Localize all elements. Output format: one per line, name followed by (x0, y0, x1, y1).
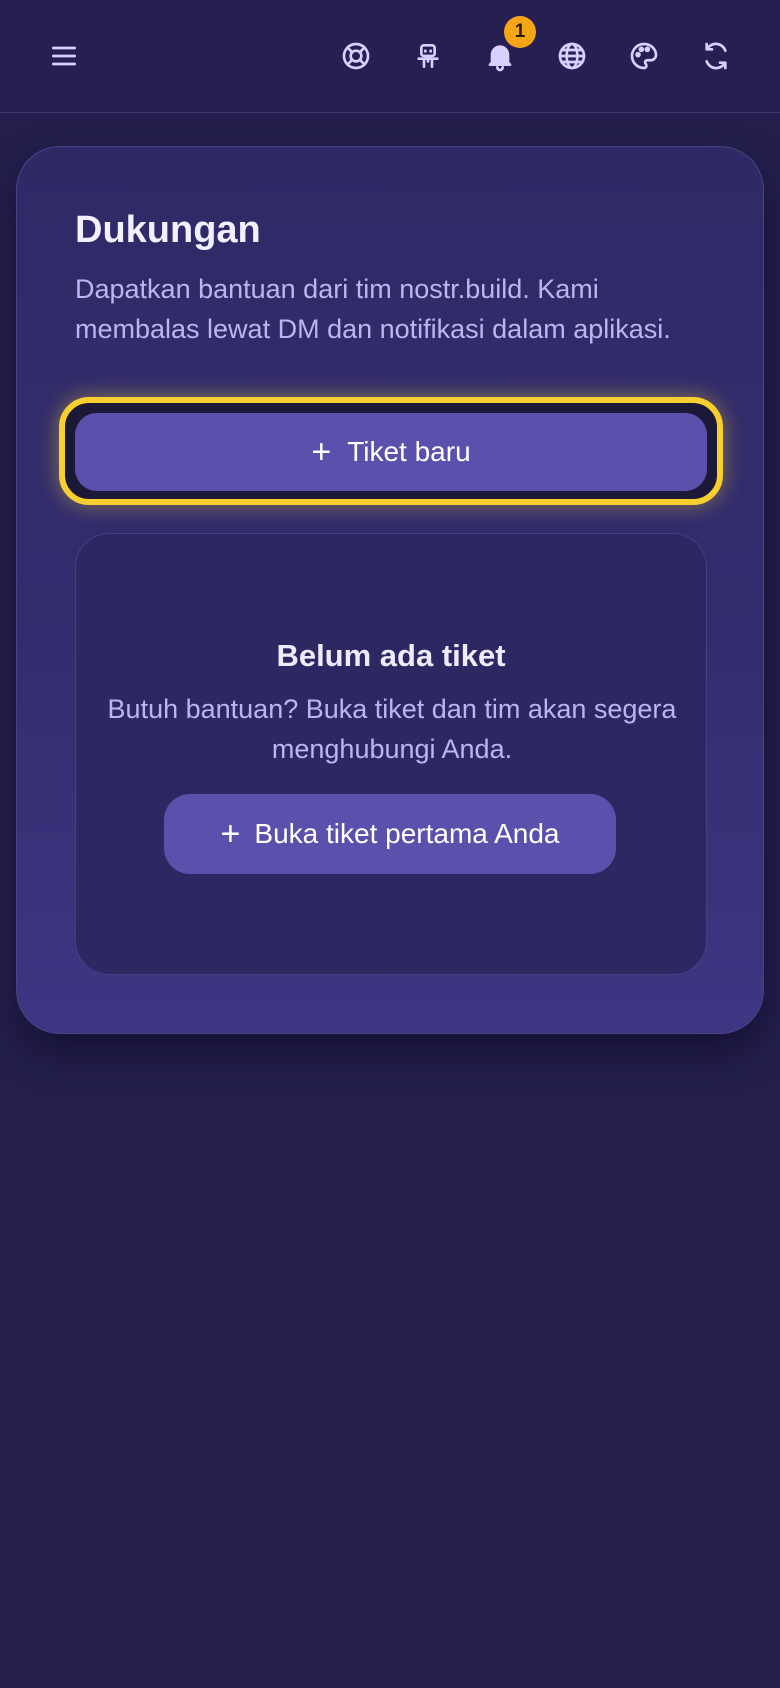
new-ticket-button[interactable]: + Tiket baru (75, 413, 707, 491)
empty-state: Belum ada tiket Butuh bantuan? Buka tike… (75, 533, 707, 975)
support-card: Dukungan Dapatkan bantuan dari tim nostr… (16, 146, 764, 1034)
page-title: Dukungan (75, 209, 261, 251)
open-first-ticket-button[interactable]: + Buka tiket pertama Anda (164, 794, 616, 874)
plus-icon: + (220, 815, 241, 853)
new-ticket-label: Tiket baru (347, 436, 471, 467)
globe-icon[interactable] (546, 30, 598, 82)
empty-state-subtitle: Butuh bantuan? Buka tiket dan tim akan s… (107, 694, 677, 764)
plus-icon: + (311, 433, 332, 471)
robot-icon[interactable] (402, 30, 454, 82)
page-description: Dapatkan bantuan dari tim nostr.build. K… (75, 274, 671, 344)
open-first-ticket-label: Buka tiket pertama Anda (254, 818, 560, 849)
palette-icon[interactable] (618, 30, 670, 82)
hamburger-menu-icon[interactable] (38, 30, 90, 82)
empty-state-title: Belum ada tiket (276, 638, 506, 673)
notification-count-badge: 1 (504, 16, 536, 48)
top-app-bar: 1 (0, 0, 780, 113)
lifebuoy-icon[interactable] (330, 30, 382, 82)
bell-icon[interactable]: 1 (474, 16, 536, 82)
refresh-icon[interactable] (690, 30, 742, 82)
